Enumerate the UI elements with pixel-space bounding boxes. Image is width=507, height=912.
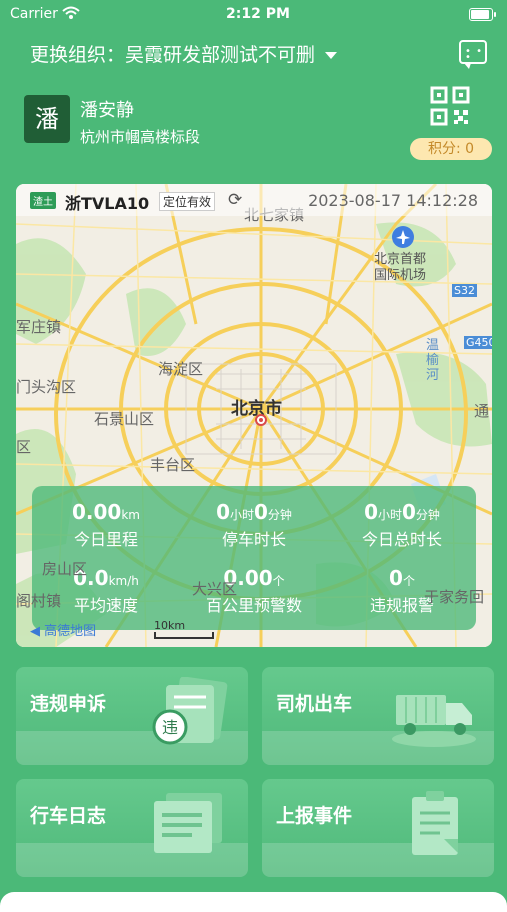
- report-icon: [412, 791, 458, 855]
- amap-logo: ◀ 高德地图: [30, 624, 97, 639]
- refresh-icon[interactable]: ⟳: [228, 190, 242, 210]
- message-icon[interactable]: • • •: [459, 40, 487, 69]
- road-sign-s32: S32: [452, 284, 477, 297]
- user-unit: 杭州市幗高楼标段: [80, 128, 201, 146]
- map-label-fengtai: 丰台区: [150, 456, 196, 474]
- truck-icon: [392, 695, 476, 747]
- airport-icon: [392, 226, 414, 248]
- caret-down-icon: [325, 52, 338, 59]
- dispatch-card-title: 司机出车: [276, 693, 353, 715]
- org-label: 更换组织：吴霞研发部测试不可删: [30, 44, 316, 66]
- map-label-daxing: 大兴区: [192, 580, 238, 598]
- location-status: 定位有效: [159, 192, 216, 211]
- points-badge[interactable]: 积分: 0: [410, 138, 492, 160]
- drive-log-card[interactable]: 行车日志: [16, 779, 248, 877]
- report-event-card[interactable]: 上报事件: [262, 779, 494, 877]
- map-label-tongzhou: 通: [474, 402, 490, 420]
- road-sign-g45: G450: [464, 336, 492, 349]
- user-name: 潘安静: [80, 100, 134, 121]
- map-label-fangshan: 房山区: [42, 560, 88, 578]
- map-scale: 10km: [154, 619, 214, 639]
- appeal-icon: 违: [152, 677, 228, 745]
- vehicle-type-tag: 渣土: [30, 192, 56, 209]
- drive-log-card-title: 行车日志: [30, 805, 107, 827]
- appeal-card-title: 违规申诉: [30, 693, 107, 715]
- map-label-yujiawu: 于家务回: [424, 588, 485, 606]
- map-label-shijingshan: 石景山区: [94, 410, 155, 428]
- report-event-card-title: 上报事件: [276, 805, 353, 827]
- bottom-sheet: [0, 892, 507, 912]
- dispatch-card[interactable]: 司机出车: [262, 667, 494, 765]
- location-timestamp: 2023-08-17 14:12:28: [308, 191, 478, 210]
- city-center-marker-icon: [255, 414, 267, 426]
- carrier-label: Carrier: [10, 6, 58, 22]
- map-label-haidian: 海淀区: [158, 360, 204, 378]
- vehicle-info-bar: 渣土 浙TVLA10 定位有效 ⟳ 2023-08-17 14:12:28: [16, 184, 492, 216]
- stat-mileage: 0.00km 今日里程: [72, 500, 140, 549]
- map-label-airport: 北京首都 国际机场: [374, 252, 427, 283]
- avatar: 潘: [24, 95, 70, 143]
- status-bar: Carrier 2:12 PM: [0, 0, 507, 30]
- battery-icon: [469, 8, 496, 21]
- vehicle-map[interactable]: 北七家镇 北京首都 国际机场 S32 G450 温 榆 河 军庄镇 门头沟区 海…: [16, 184, 492, 647]
- map-label-mentougou: 门头沟区: [16, 378, 77, 396]
- stat-parking-time: 0小时0分钟 停车时长: [216, 500, 292, 549]
- map-label-wenyu: 温 榆 河: [426, 338, 440, 383]
- wifi-icon: [62, 6, 80, 19]
- map-label-wangcun: 阁村镇: [16, 592, 62, 610]
- qr-code-icon[interactable]: [430, 86, 470, 126]
- map-label-junzhuang: 军庄镇: [16, 318, 62, 336]
- log-icon: [154, 793, 222, 853]
- stats-panel: 0.00km 今日里程 0小时0分钟 停车时长 0小时0分钟 今日总时长 0.0…: [32, 486, 476, 630]
- clock: 2:12 PM: [226, 6, 290, 22]
- plate-number: 浙TVLA10: [65, 194, 150, 213]
- stat-total-time: 0小时0分钟 今日总时长: [361, 500, 442, 549]
- appeal-glyph: 违: [162, 718, 178, 737]
- map-label-partial: 区: [16, 438, 32, 456]
- appeal-card[interactable]: 违规申诉 违: [16, 667, 248, 765]
- org-switcher[interactable]: 更换组织：吴霞研发部测试不可删: [30, 40, 338, 67]
